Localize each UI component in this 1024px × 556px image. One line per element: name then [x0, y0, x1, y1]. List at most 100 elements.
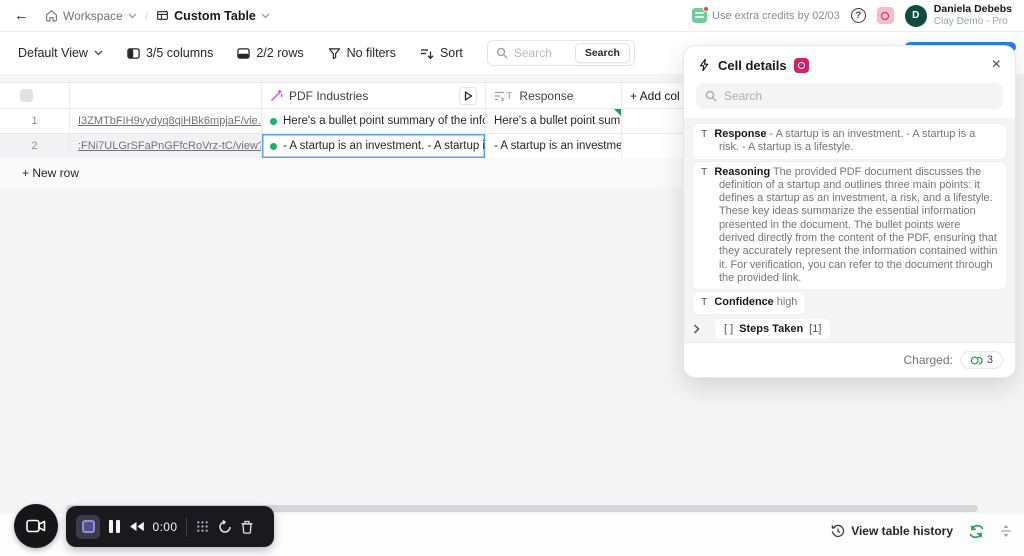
user-plan: Clay Demo - Pro: [933, 15, 1008, 27]
table-footer-actions: View table history: [831, 524, 1012, 538]
url-column-header[interactable]: [70, 83, 262, 108]
pdf-industries-cell[interactable]: Here's a bullet point summary of the inf…: [262, 109, 486, 133]
run-column-button[interactable]: [459, 86, 477, 105]
rows-icon: [237, 47, 251, 59]
delete-recording-button[interactable]: [241, 520, 253, 534]
restart-clip-button[interactable]: [129, 521, 144, 532]
chevron-down-icon: [261, 13, 270, 18]
filter-funnel-icon: [328, 47, 340, 59]
response-cell[interactable]: Here's a bullet point sum...: [486, 109, 622, 133]
close-icon[interactable]: ×: [992, 57, 1001, 73]
sync-icon: [969, 524, 984, 538]
search-icon: [496, 47, 508, 59]
steps-taken-count: [1]: [809, 322, 822, 335]
camera-bubble-button[interactable]: [14, 504, 58, 548]
search-button[interactable]: Search: [574, 43, 630, 63]
reasoning-field-value: The provided PDF document discusses the …: [719, 165, 998, 284]
text-type-icon: T: [506, 89, 513, 102]
confidence-field-label: Confidence: [714, 296, 774, 309]
breadcrumb-table-title[interactable]: Custom Table: [156, 9, 270, 23]
table-search-input[interactable]: Search Search: [486, 40, 635, 66]
select-all-checkbox[interactable]: [20, 89, 33, 102]
credits-note-text: Use extra credits by 02/03: [712, 9, 840, 22]
charged-label: Charged:: [903, 353, 953, 367]
screen-share-toggle[interactable]: [76, 514, 100, 539]
history-icon: [831, 524, 845, 538]
search-placeholder: Search: [513, 46, 552, 60]
pause-button[interactable]: [109, 520, 120, 533]
help-icon[interactable]: ?: [850, 8, 866, 23]
reasoning-field-label: Reasoning: [714, 165, 771, 178]
filters-control[interactable]: No filters: [328, 46, 396, 60]
confidence-field-value: high: [776, 296, 798, 309]
sort-control[interactable]: Sort: [420, 46, 463, 60]
url-cell[interactable]: I3ZMTbFIH9vydyq8qiHBk6mpjaF/vie...: [70, 109, 262, 133]
steps-taken-label: Steps Taken: [739, 322, 804, 335]
add-column-button[interactable]: + Add col: [622, 83, 690, 108]
panel-resize-handle[interactable]: [1000, 524, 1012, 538]
panel-search-placeholder: Search: [724, 89, 763, 103]
response-column-header[interactable]: T Response: [486, 83, 622, 108]
extra-credits-note[interactable]: Use extra credits by 02/03: [692, 6, 840, 23]
user-menu[interactable]: D Daniela Debebs Clay Demo - Pro: [904, 2, 1012, 29]
steps-taken-row[interactable]: [ ] Steps Taken [1]: [693, 318, 1006, 339]
avatar: D: [904, 4, 927, 27]
user-name: Daniela Debebs: [933, 2, 1012, 15]
response-field[interactable]: T Response - A startup is an investment. …: [693, 124, 1006, 159]
chevron-right-icon[interactable]: [693, 324, 700, 334]
credits-charged-value: 3: [986, 354, 993, 366]
search-icon: [705, 90, 717, 102]
back-arrow-icon[interactable]: ←: [14, 7, 29, 24]
reasoning-field[interactable]: T Reasoning The provided PDF document dis…: [693, 161, 1006, 290]
video-camera-icon: [26, 519, 46, 533]
chevron-down-icon: [94, 50, 103, 56]
columns-summary: 3/5 columns: [145, 46, 214, 60]
text-type-icon: T: [701, 165, 708, 178]
response-label: Response: [519, 88, 574, 103]
rows-control[interactable]: 2/2 rows: [237, 46, 304, 60]
url-cell[interactable]: :FNi7ULGrSFaPnGFfcRoVrz-tC/view?...: [70, 134, 262, 158]
top-bar-right: Use extra credits by 02/03 ? D Daniela D…: [692, 3, 1012, 29]
pdf-industries-cell-selected[interactable]: - A startup is an investment. - A startu…: [262, 134, 486, 158]
drag-handle[interactable]: [196, 520, 209, 533]
new-row-button[interactable]: + New row: [0, 158, 690, 187]
filters-summary: No filters: [346, 46, 396, 60]
data-table: PDF Industries T Response + Add col 1 I3…: [0, 82, 690, 159]
list-arrow-icon: [495, 91, 505, 102]
success-dot-icon: [270, 117, 277, 125]
empty-cell: [622, 134, 690, 158]
credits-icon: [692, 6, 709, 23]
panel-search-input[interactable]: Search: [696, 83, 1003, 109]
row-number[interactable]: 1: [0, 109, 70, 133]
view-selector-label: Default View: [18, 46, 88, 60]
sync-button[interactable]: [969, 524, 984, 538]
url-link[interactable]: I3ZMTbFIH9vydyq8qiHBk6mpjaF/vie...: [78, 115, 261, 127]
columns-control[interactable]: 3/5 columns: [127, 46, 213, 60]
view-selector[interactable]: Default View: [18, 46, 103, 60]
row-number[interactable]: 2: [0, 134, 70, 158]
recorder-extension-icon[interactable]: [876, 7, 894, 24]
breadcrumb-workspace[interactable]: Workspace: [45, 9, 137, 23]
steps-taken-chip[interactable]: [ ] Steps Taken [1]: [715, 318, 831, 339]
trash-icon: [241, 520, 253, 534]
sort-icon: [420, 48, 434, 59]
response-field-label: Response: [714, 128, 767, 140]
response-cell[interactable]: - A startup is an investme...: [486, 134, 622, 158]
chevron-down-icon: [128, 13, 137, 18]
restart-recording-button[interactable]: [218, 519, 232, 534]
confidence-field[interactable]: T Confidence high: [693, 292, 806, 314]
view-table-history-button[interactable]: View table history: [831, 524, 953, 538]
grid-dots-icon: [197, 521, 209, 532]
pdf-industries-column-header[interactable]: PDF Industries: [262, 83, 486, 108]
divider: [186, 516, 188, 537]
select-all-cell: [0, 83, 70, 108]
top-bar: ← Workspace / Custom Table Use extra cre…: [0, 0, 1024, 32]
cell-details-panel: Cell details × Search T Response - A star…: [683, 45, 1016, 378]
page-title: Custom Table: [174, 8, 256, 23]
credits-charged-pill[interactable]: 3: [959, 351, 1003, 369]
pdf-cell-text: - A startup is an investment. - A startu…: [283, 140, 486, 152]
table-row: 1 I3ZMTbFIH9vydyq8qiHBk6mpjaF/vie... Her…: [0, 109, 690, 134]
recording-controls: 0:00: [66, 506, 274, 547]
vertical-splitter-icon: [1001, 525, 1011, 537]
url-link[interactable]: :FNi7ULGrSFaPnGFfcRoVrz-tC/view?...: [78, 140, 261, 152]
